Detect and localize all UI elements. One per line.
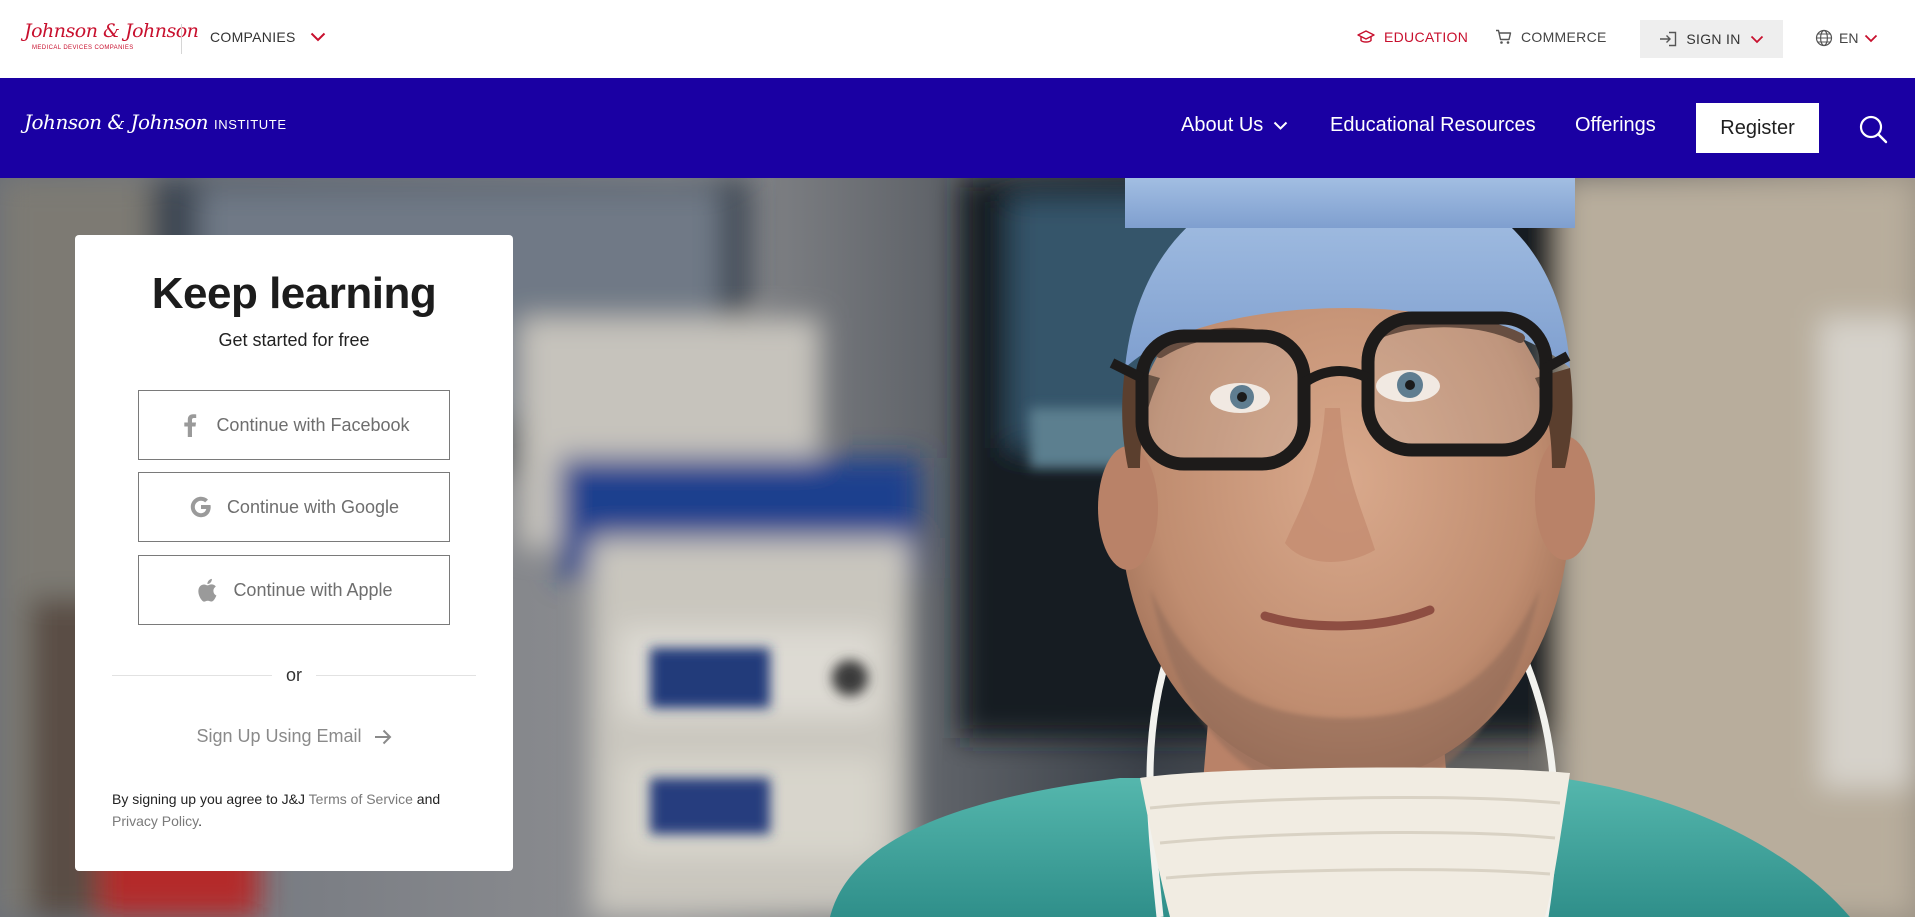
commerce-link[interactable]: COMMERCE <box>1495 29 1607 45</box>
institute-logo-script: Johnson & Johnson <box>24 110 209 134</box>
terms-suffix: . <box>198 813 202 829</box>
arrow-right-icon <box>374 729 391 744</box>
card-subtitle: Get started for free <box>218 330 370 350</box>
language-label: EN <box>1839 30 1859 46</box>
sign-in-label: SIGN IN <box>1686 31 1741 47</box>
companies-label: COMPANIES <box>210 29 296 45</box>
sign-in-icon <box>1660 31 1677 47</box>
search-button[interactable] <box>1858 114 1888 144</box>
sign-in-button[interactable]: SIGN IN <box>1640 20 1783 58</box>
logo-subtitle: MEDICAL DEVICES COMPANIES <box>32 45 134 51</box>
nav-item-label: Educational Resources <box>1330 114 1536 136</box>
logo-script: Johnson & Johnson <box>24 20 199 42</box>
institute-logo-text: INSTITUTE <box>214 117 287 132</box>
apple-icon <box>195 578 219 602</box>
terms-of-service-link[interactable]: Terms of Service <box>309 791 413 807</box>
utility-bar: Johnson & Johnson MEDICAL DEVICES COMPAN… <box>0 0 1915 78</box>
google-icon <box>189 495 213 519</box>
globe-icon <box>1815 29 1833 47</box>
chevron-down-icon <box>1274 121 1288 130</box>
language-selector[interactable]: EN <box>1815 29 1878 47</box>
register-button[interactable]: Register <box>1696 103 1819 153</box>
continue-with-apple-button[interactable]: Continue with Apple <box>138 555 450 625</box>
search-icon <box>1859 115 1888 144</box>
divider <box>181 24 182 54</box>
jj-medical-devices-logo[interactable]: Johnson & Johnson MEDICAL DEVICES COMPAN… <box>24 20 199 56</box>
companies-dropdown[interactable]: COMPANIES <box>210 29 326 45</box>
terms-prefix: By signing up you agree to J&J <box>112 791 306 807</box>
continue-with-google-button[interactable]: Continue with Google <box>138 472 450 542</box>
chevron-down-icon <box>1865 34 1878 42</box>
terms-and: and <box>416 791 441 807</box>
signup-card: Keep learning Get started for free Conti… <box>75 235 513 871</box>
or-divider: or <box>112 665 476 685</box>
privacy-policy-link[interactable]: Privacy Policy <box>112 813 198 829</box>
sign-up-email-label: Sign Up Using Email <box>196 726 362 746</box>
card-title: Keep learning <box>151 269 437 318</box>
nav-item-educational-resources[interactable]: Educational Resources <box>1330 114 1536 137</box>
chevron-down-icon <box>1750 35 1763 43</box>
education-label: EDUCATION <box>1384 29 1469 45</box>
chevron-down-icon <box>310 32 325 42</box>
continue-with-facebook-button[interactable]: Continue with Facebook <box>138 390 450 460</box>
nav-item-label: About Us <box>1181 114 1264 136</box>
jj-institute-logo[interactable]: Johnson & Johnson INSTITUTE <box>24 110 287 134</box>
commerce-label: COMMERCE <box>1521 29 1607 45</box>
nav-item-about-us[interactable]: About Us <box>1181 114 1288 137</box>
google-button-label: Continue with Google <box>226 496 400 517</box>
facebook-button-label: Continue with Facebook <box>216 414 410 435</box>
sign-up-email-link[interactable]: Sign Up Using Email <box>75 726 513 747</box>
cart-icon <box>1496 29 1512 44</box>
education-link[interactable]: EDUCATION <box>1357 29 1468 45</box>
terms-notice: By signing up you agree to J&J Terms of … <box>112 788 482 832</box>
nav-item-label: Offerings <box>1575 114 1656 136</box>
graduation-cap-icon <box>1357 30 1375 43</box>
main-navigation: Johnson & Johnson INSTITUTE About Us Edu… <box>0 78 1915 178</box>
facebook-icon <box>178 413 202 437</box>
or-label: or <box>285 665 302 685</box>
nav-item-offerings[interactable]: Offerings <box>1575 114 1656 137</box>
apple-button-label: Continue with Apple <box>233 579 393 600</box>
